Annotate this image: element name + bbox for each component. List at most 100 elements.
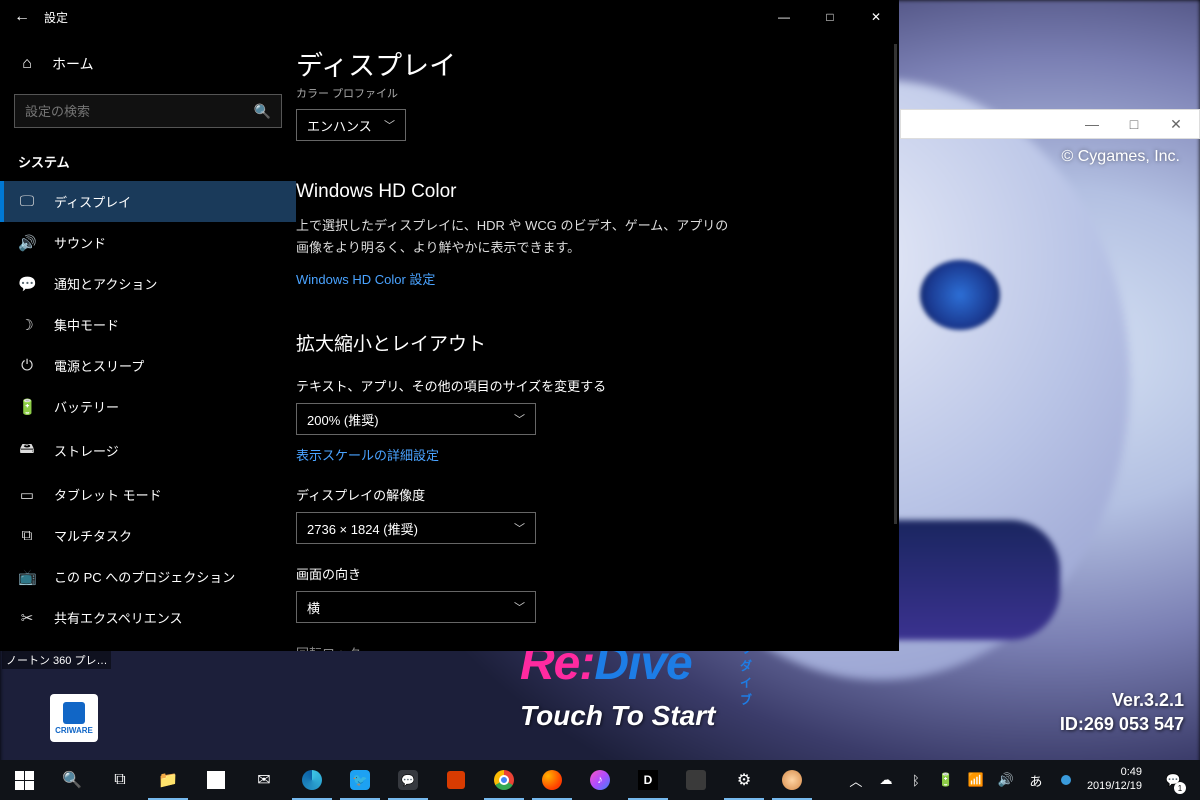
app-icon[interactable] xyxy=(672,760,720,800)
sidebar-item-label: ディスプレイ xyxy=(54,192,131,211)
search-input[interactable] xyxy=(25,104,254,119)
action-center-button[interactable]: 💬1 xyxy=(1154,760,1192,800)
tablet-icon: ▭ xyxy=(18,486,36,504)
explorer-icon[interactable]: 📁 xyxy=(144,760,192,800)
back-button[interactable]: ← xyxy=(0,8,44,26)
ime-icon[interactable]: あ xyxy=(1027,771,1045,789)
sidebar-item-notify[interactable]: 💬通知とアクション xyxy=(0,263,296,304)
home-icon: ⌂ xyxy=(18,55,36,73)
touch-to-start[interactable]: Touch To Start xyxy=(520,700,715,732)
wifi-icon[interactable]: 📶 xyxy=(967,771,985,789)
system-tray: ︿ ☁ ᛒ 🔋 📶 🔊 あ 0:49 2019/12/19 💬1 xyxy=(847,760,1200,800)
settings-sidebar: ⌂ ホーム 🔍 システム 🖵ディスプレイ 🔊 サウンド 💬通知とアクション ☽ 集中モード… xyxy=(0,34,296,651)
edge-icon[interactable] xyxy=(288,760,336,800)
sound-icon: 🔊 xyxy=(18,234,36,252)
battery-icon: 🔋 xyxy=(18,398,36,416)
project-icon: 📺 xyxy=(18,568,36,586)
orientation-dropdown[interactable]: 横﹀ xyxy=(296,591,536,623)
onedrive-icon[interactable]: ☁ xyxy=(877,771,895,789)
search-icon: 🔍 xyxy=(254,103,271,120)
battery-icon[interactable]: 🔋 xyxy=(937,771,955,789)
resolution-label: ディスプレイの解像度 xyxy=(296,485,867,504)
hdcolor-heading: Windows HD Color xyxy=(296,181,867,203)
taskbar-clock[interactable]: 0:49 2019/12/19 xyxy=(1087,766,1142,794)
settings-search[interactable]: 🔍 xyxy=(14,94,282,128)
sidebar-item-label: マルチタスク xyxy=(54,526,132,545)
sidebar-item-focus[interactable]: ☽ 集中モード xyxy=(0,304,296,345)
criware-badge: CRIWARE xyxy=(50,694,98,742)
sidebar-item-label: サウンド xyxy=(54,233,106,252)
settings-window: ← 設定 ― □ ✕ ⌂ ホーム 🔍 システム 🖵ディスプレイ 🔊 サウンド 💬通知と… xyxy=(0,0,899,651)
itunes-icon[interactable]: ♪ xyxy=(576,760,624,800)
scale-heading: 拡大縮小とレイアウト xyxy=(296,329,867,356)
chrome-icon[interactable] xyxy=(480,760,528,800)
mail-icon[interactable]: ✉ xyxy=(240,760,288,800)
sidebar-item-sound[interactable]: 🔊 サウンド xyxy=(0,222,296,263)
dmm-icon[interactable]: D xyxy=(624,760,672,800)
sidebar-item-label: 集中モード xyxy=(54,315,119,334)
sidebar-item-label: バッテリー xyxy=(54,397,119,416)
twitter-icon[interactable]: 🐦 xyxy=(336,760,384,800)
scale-dropdown[interactable]: 200% (推奨)﹀ xyxy=(296,403,536,435)
tray-chevron-icon[interactable]: ︿ xyxy=(847,771,865,789)
version-info: Ver.3.2.1 ID:269 053 547 xyxy=(1060,689,1184,736)
shared-icon: ✂ xyxy=(18,609,36,627)
game-max-icon[interactable]: □ xyxy=(1123,113,1145,135)
volume-icon[interactable]: 🔊 xyxy=(997,771,1015,789)
close-button[interactable]: ✕ xyxy=(853,0,899,34)
sidebar-item-project[interactable]: 📺 この PC へのプロジェクション xyxy=(0,556,296,597)
tray-app-icon[interactable] xyxy=(1057,771,1075,789)
sidebar-item-label: 通知とアクション xyxy=(54,274,157,293)
sidebar-category: システム xyxy=(0,140,296,181)
taskview-button[interactable]: ⧉ xyxy=(96,760,144,800)
norton-toast: ノートン 360 プレ… xyxy=(2,651,111,669)
rotation-lock-label: 回転ロック xyxy=(296,643,867,651)
copyright-text: © Cygames, Inc. xyxy=(1062,148,1181,166)
power-icon: ⏻ xyxy=(18,357,36,374)
storage-icon: 🖴 xyxy=(18,438,36,463)
taskbar: 🔍 ⧉ 📁 ✉ 🐦 💬 ♪ D ⚙ ︿ ☁ ᛒ 🔋 📶 🔊 あ 0:49 201… xyxy=(0,760,1200,800)
sidebar-item-power[interactable]: ⏻ 電源とスリープ xyxy=(0,345,296,386)
sidebar-item-multitask[interactable]: ⧉ マルチタスク xyxy=(0,515,296,556)
sidebar-item-display[interactable]: 🖵ディスプレイ xyxy=(0,181,296,222)
sidebar-item-label: この PC へのプロジェクション xyxy=(54,567,235,586)
advanced-scale-link[interactable]: 表示スケールの詳細設定 xyxy=(296,445,439,464)
office-icon[interactable] xyxy=(432,760,480,800)
sidebar-item-tablet[interactable]: ▭ タブレット モード xyxy=(0,474,296,515)
maximize-button[interactable]: □ xyxy=(807,0,853,34)
scale-label: テキスト、アプリ、その他の項目のサイズを変更する xyxy=(296,376,867,395)
focus-icon: ☽ xyxy=(18,316,36,334)
multitask-icon: ⧉ xyxy=(18,527,36,544)
store-icon[interactable] xyxy=(192,760,240,800)
sidebar-item-label: ストレージ xyxy=(54,441,119,460)
discord-icon[interactable]: 💬 xyxy=(384,760,432,800)
settings-titlebar: ← 設定 ― □ ✕ xyxy=(0,0,899,34)
sidebar-item-storage[interactable]: 🖴 ストレージ xyxy=(0,427,296,474)
hdcolor-description: 上で選択したディスプレイに、HDR や WCG のビデオ、ゲーム、アプリの画像を… xyxy=(296,215,736,259)
sidebar-item-label: タブレット モード xyxy=(54,485,162,504)
color-profile-dropdown[interactable]: エンハンス﹀ xyxy=(296,109,406,141)
color-profile-label: カラー プロファイル xyxy=(296,85,867,101)
settings-taskbar-icon[interactable]: ⚙ xyxy=(720,760,768,800)
bluetooth-icon[interactable]: ᛒ xyxy=(907,771,925,789)
home-label: ホーム xyxy=(52,54,94,74)
orientation-label: 画面の向き xyxy=(296,564,867,583)
resolution-dropdown[interactable]: 2736 × 1824 (推奨)﹀ xyxy=(296,512,536,544)
hdcolor-settings-link[interactable]: Windows HD Color 設定 xyxy=(296,269,435,288)
game-close-icon[interactable]: ✕ xyxy=(1165,113,1187,135)
search-button[interactable]: 🔍 xyxy=(48,760,96,800)
notification-badge: 1 xyxy=(1174,782,1186,794)
minimize-button[interactable]: ― xyxy=(761,0,807,34)
game-min-icon[interactable]: ― xyxy=(1081,113,1103,135)
sidebar-item-shared[interactable]: ✂共有エクスペリエンス xyxy=(0,597,296,638)
game-window-titlebar: ― □ ✕ xyxy=(900,109,1200,139)
home-button[interactable]: ⌂ ホーム xyxy=(0,46,296,82)
chevron-down-icon: ﹀ xyxy=(514,520,525,536)
start-button[interactable] xyxy=(0,760,48,800)
settings-content: ディスプレイ カラー プロファイル エンハンス﹀ Windows HD Colo… xyxy=(296,34,899,651)
game-taskbar-icon[interactable] xyxy=(768,760,816,800)
sidebar-item-label: 電源とスリープ xyxy=(54,356,144,375)
firefox-icon[interactable] xyxy=(528,760,576,800)
window-title: 設定 xyxy=(44,9,68,26)
sidebar-item-battery[interactable]: 🔋 バッテリー xyxy=(0,386,296,427)
